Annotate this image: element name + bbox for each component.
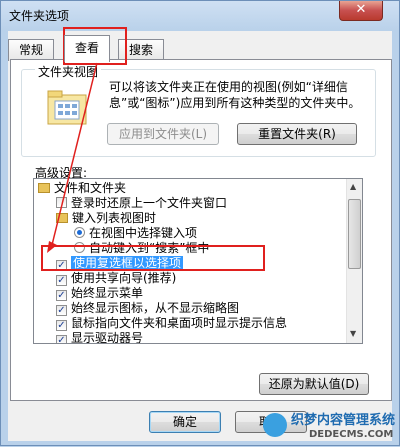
folder-icon [38,183,50,193]
ok-button[interactable]: 确定 [149,411,221,433]
checkbox-icon[interactable]: ✓ [56,320,67,331]
watermark-title: 织梦内容管理系统 [291,413,396,428]
window-title: 文件夹选项 [9,9,70,23]
tree-item-select-typed[interactable]: 在视图中选择键入项 [74,226,197,241]
tab-general[interactable]: 常规 [8,39,55,61]
tree-item-always-show-menus[interactable]: ✓ 始终显示菜单 [56,286,143,301]
watermark-logo-icon [263,413,287,437]
tree-scrollbar[interactable]: ▲ ▼ [346,179,362,343]
tab-view[interactable]: 查看 [64,35,111,62]
scroll-up-icon[interactable]: ▲ [350,182,356,191]
restore-defaults-button[interactable]: 还原为默认值(D) [259,373,369,395]
reset-folders-button[interactable]: 重置文件夹(R) [237,123,357,145]
site-watermark: 织梦内容管理系统 DEDECMS.COM [259,407,400,447]
tree-item-always-show-icons[interactable]: ✓ 始终显示图标，从不显示缩略图 [56,301,239,316]
scroll-down-icon[interactable]: ▼ [350,329,356,338]
tree-item-files-and-folders[interactable]: 文件和文件夹 [38,181,126,196]
tree-item-sharing-wizard[interactable]: ✓ 使用共享向导(推荐) [56,271,176,286]
scrollbar-thumb[interactable] [348,199,361,269]
radio-icon[interactable] [74,227,85,238]
folder-icon [56,213,68,223]
folder-views-icon [47,90,87,125]
tree-item-typing-list[interactable]: 键入列表视图时 [56,211,156,226]
tree-item-show-drive-letters[interactable]: ✓ 显示驱动器号 [56,331,143,343]
watermark-url: DEDECMS.COM [309,429,394,440]
annotation-box-checkbox-option [41,245,265,271]
folder-view-group-label: 文件夹视图 [35,63,102,80]
apply-to-folders-button[interactable]: 应用到文件夹(L) [107,123,219,145]
checkbox-icon[interactable]: ✓ [56,335,67,343]
folder-options-window: 文件夹选项 ✕ 常规 查看 搜索 文件夹视图 可以将该文件夹正在使用的视图(例如… [0,0,400,446]
folder-view-description: 可以将该文件夹正在使用的视图(例如“详细信息”或“图标”)应用到所有这种类型的文… [109,80,361,110]
tree-item-restore-windows[interactable]: 登录时还原上一个文件夹窗口 [56,196,227,211]
checkbox-icon[interactable]: ✓ [56,305,67,316]
checkbox-icon[interactable]: ✓ [56,290,67,301]
tree-item-show-popup-info[interactable]: ✓ 鼠标指向文件夹和桌面项时显示提示信息 [56,316,287,331]
checkbox-icon[interactable]: ✓ [56,275,67,286]
title-bar[interactable]: 文件夹选项 ✕ [1,1,399,29]
checkbox-icon[interactable] [56,197,67,208]
close-button[interactable]: ✕ [339,1,383,21]
